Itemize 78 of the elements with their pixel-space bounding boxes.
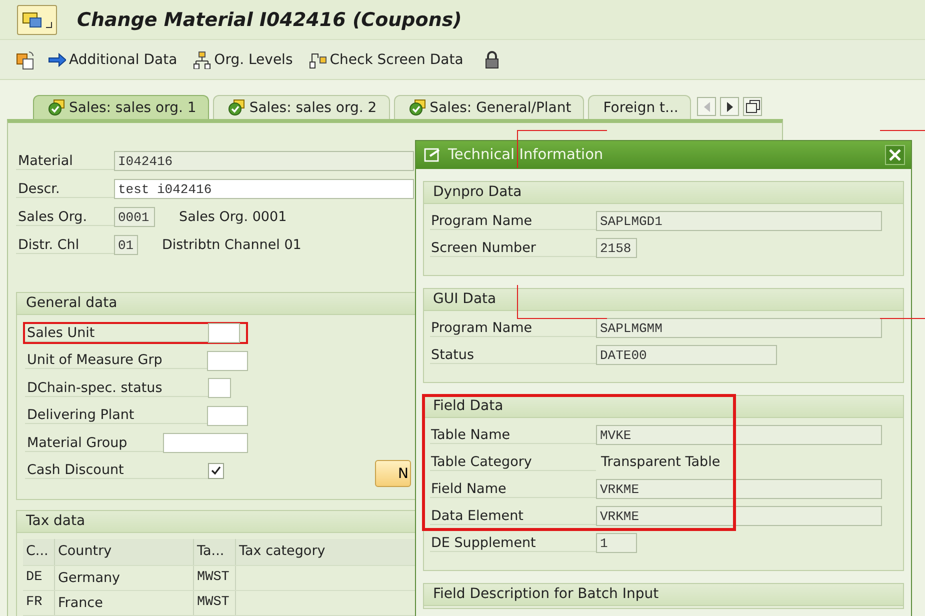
check-icon (408, 99, 427, 116)
input-field[interactable]: SAPLMGMM (596, 318, 882, 338)
connection-icon (308, 50, 327, 68)
input-field[interactable]: MVKE (596, 425, 882, 445)
input-field[interactable]: VRKME (596, 506, 882, 526)
input-field[interactable]: 01 (114, 235, 138, 255)
field-label: Status (430, 346, 596, 364)
input-field[interactable] (207, 350, 248, 370)
toolbar-button[interactable]: Additional Data (46, 50, 188, 68)
menu-button[interactable] (17, 4, 57, 34)
input-field[interactable]: SAPLMGD1 (596, 211, 882, 231)
tab[interactable]: Sales: sales org. 1 (33, 95, 210, 119)
column-header: C... (23, 539, 55, 565)
lock-icon (483, 50, 502, 70)
checkbox[interactable] (208, 462, 224, 478)
input-field[interactable]: 0001 (114, 207, 155, 227)
field-label: Field Name (430, 480, 596, 498)
leader-line (880, 130, 925, 131)
right-icon (726, 102, 733, 112)
table-cell: DE (23, 566, 55, 590)
group-title: Field Data (424, 396, 903, 418)
input-field[interactable]: 1 (596, 533, 637, 553)
field-label: Table Name (430, 426, 596, 444)
column-header: Ta... (194, 539, 236, 565)
screen-icon (22, 10, 42, 28)
check-icon (48, 99, 66, 116)
check-icon (228, 99, 246, 116)
input-field[interactable]: I042416 (114, 151, 414, 171)
field-label: Cash Discount (25, 462, 208, 479)
group-title: Field Description for Batch Input (424, 584, 903, 606)
input-field[interactable]: 2158 (596, 238, 637, 258)
input-field[interactable]: VRKME (596, 479, 882, 499)
close-button[interactable] (885, 145, 905, 165)
switch-icon (16, 50, 36, 70)
scroll-right-button[interactable] (720, 97, 740, 116)
table-cell: FR (23, 591, 55, 615)
arrow-icon (48, 50, 66, 68)
window-title: Change Material I042416 (Coupons) (77, 8, 462, 30)
field-description: Distribtn Channel 01 (162, 237, 302, 253)
input-field[interactable] (208, 323, 240, 343)
close-icon (889, 149, 901, 161)
toolbar-button[interactable]: Check Screen Data (306, 50, 474, 68)
hierarchy-icon (193, 50, 212, 68)
field-label: Screen Number (430, 240, 596, 256)
input-field[interactable] (208, 378, 231, 398)
tab-list-button[interactable] (743, 97, 762, 116)
field-label: Delivering Plant (25, 407, 207, 424)
tab[interactable]: Foreign t... (588, 95, 692, 119)
field-label: DChain-spec. status (25, 380, 208, 396)
tab[interactable]: Sales: General/Plant (394, 95, 584, 119)
field-label: Sales Unit (25, 324, 208, 342)
input-field[interactable]: test i042416 (114, 179, 414, 199)
input-field[interactable] (163, 433, 248, 453)
tick-icon (211, 466, 221, 475)
group-title: Dynpro Data (424, 182, 903, 204)
table-cell: MWST (194, 591, 236, 615)
left-icon (704, 102, 710, 112)
action-button[interactable]: N (375, 460, 411, 487)
dialog-title: Technical Information (448, 147, 604, 163)
group-title: GUI Data (424, 289, 903, 311)
leader-line (880, 318, 925, 319)
table-cell: France (55, 591, 194, 615)
field-label: Data Element (430, 508, 596, 524)
windows-icon (746, 100, 760, 113)
input-field[interactable]: DATE00 (596, 345, 777, 365)
field-description: Sales Org. 0001 (179, 209, 287, 225)
caret-icon (46, 22, 52, 28)
field-label: Table Category (430, 454, 596, 470)
table-cell: MWST (194, 566, 236, 590)
field-label: Program Name (430, 212, 596, 230)
edit-icon (424, 147, 442, 163)
tab[interactable]: Sales: sales org. 2 (213, 95, 390, 119)
toolbar-button[interactable]: Org. Levels (191, 50, 303, 68)
field-value: Transparent Table (600, 454, 720, 470)
table-cell: Germany (55, 566, 194, 590)
field-label: Unit of Measure Grp (25, 352, 207, 369)
column-header: Country (55, 539, 194, 565)
input-field[interactable] (207, 406, 248, 426)
